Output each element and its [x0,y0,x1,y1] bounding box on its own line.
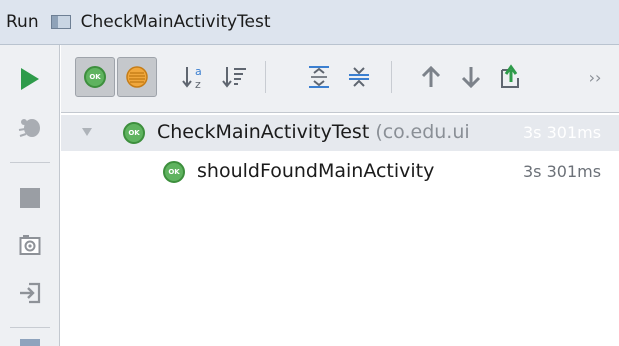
stop-icon [20,188,40,208]
toolbar-divider [10,327,50,328]
sort-alphabetically-button[interactable]: a z [177,57,213,97]
camera-icon [19,235,41,255]
login-icon [20,282,41,304]
svg-text:a: a [195,65,202,78]
show-ignored-button[interactable] [117,57,157,97]
sort-alpha-icon: a z [182,65,202,91]
run-button[interactable] [10,59,50,99]
left-toolbar [0,45,60,346]
run-tool-window-header: Run CheckMainActivityTest [0,0,619,45]
toolbar-separator [265,61,266,93]
restore-layout-button[interactable] [10,273,50,313]
test-method-name: shouldFoundMainActivity [197,160,435,182]
next-icon [461,67,481,89]
sort-by-duration-button[interactable] [217,57,253,97]
test-suite-row[interactable]: OK CheckMainActivityTest (co.edu.ui 3s 3… [61,115,619,151]
more-tools-icon[interactable] [20,339,40,346]
dump-threads-button[interactable] [10,225,50,265]
show-passed-button[interactable]: OK [75,57,115,97]
debug-icon [18,119,40,137]
previous-icon [421,65,441,87]
toolbar-divider [10,162,50,163]
test-results-tree: OK CheckMainActivityTest (co.edu.ui 3s 3… [61,113,619,346]
test-suite-duration: 3s 301ms [521,123,602,142]
export-results-button[interactable] [493,57,529,97]
svg-text:z: z [195,78,201,91]
more-actions-button[interactable]: ›› [583,57,607,97]
test-toolbar: OK a z ›› [61,45,619,113]
expand-all-button[interactable] [301,57,337,97]
run-config-icon [50,15,71,29]
passed-badge: OK [163,161,185,183]
collapse-all-icon [349,67,369,87]
test-suite-name: CheckMainActivityTest (co.edu.ui [157,121,470,143]
toolbar-separator [391,61,392,93]
run-config-tab[interactable]: CheckMainActivityTest [81,12,271,32]
previous-failed-test-button[interactable] [413,57,449,97]
show-ignored-icon [126,66,148,88]
passed-badge: OK [123,122,145,144]
test-suite-package: (co.edu.ui [375,121,470,143]
collapse-all-button[interactable] [341,57,377,97]
run-label: Run [6,12,39,32]
run-icon [21,68,39,90]
test-method-row[interactable]: OK shouldFoundMainActivity 3s 301ms [61,154,619,190]
expand-all-icon [309,66,329,88]
stop-button[interactable] [10,178,50,218]
sort-duration-icon [222,67,246,88]
show-passed-icon: OK [84,66,106,88]
test-suite-class: CheckMainActivityTest [157,121,370,143]
test-method-duration: 3s 301ms [523,162,602,181]
next-failed-test-button[interactable] [453,57,489,97]
collapse-arrow-icon[interactable] [81,127,93,137]
export-icon [501,64,519,88]
debug-button[interactable] [10,108,50,148]
